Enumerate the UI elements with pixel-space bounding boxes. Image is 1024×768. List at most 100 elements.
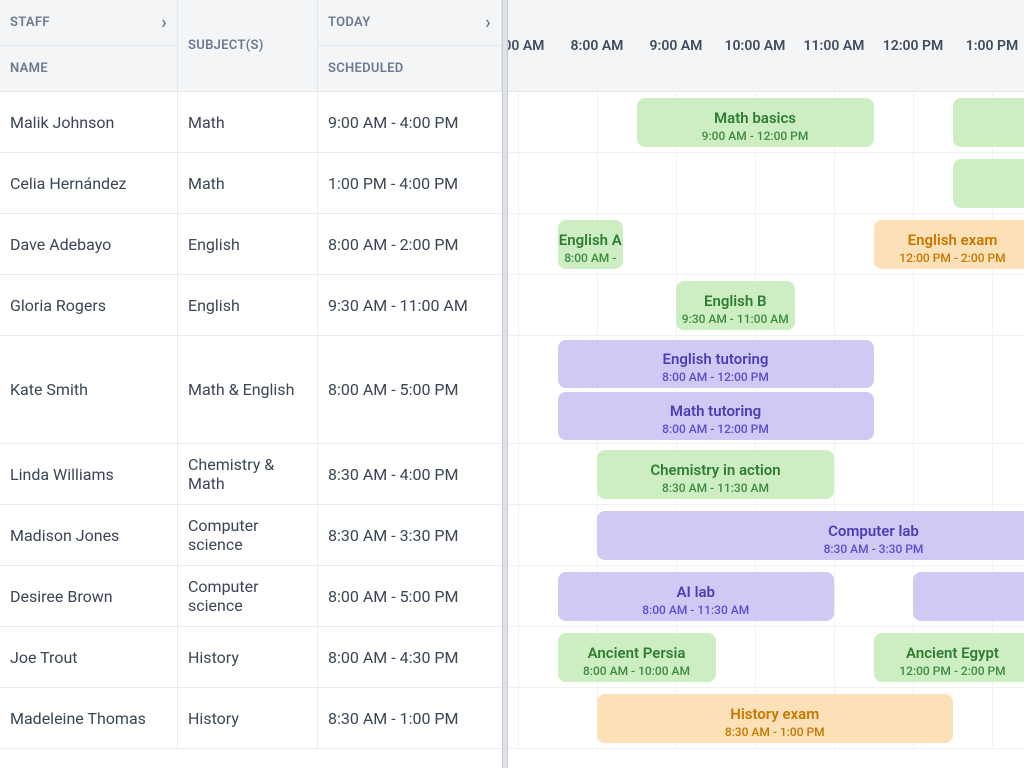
schedule-event[interactable]: Computer lab 8:30 AM - 3:30 PM [597,511,1024,560]
staff-row[interactable]: Celia HernándezMath1:00 PM - 4:00 PM [0,153,502,214]
header-scheduled-label: SCHEDULED [328,61,404,76]
schedule-event[interactable]: English tutoring 8:00 AM - 12:00 PM [558,340,874,388]
staff-cell-subjects: Computer science [178,566,318,626]
schedule-event[interactable] [953,159,1024,208]
time-tick: 8:00 AM [558,0,637,91]
staff-row[interactable]: Madeleine ThomasHistory8:30 AM - 1:00 PM [0,688,502,749]
event-title: Chemistry in action [650,461,780,479]
schedule-event[interactable]: AI lab 8:00 AM - 11:30 AM [558,572,835,621]
staff-cell-scheduled: 9:00 AM - 4:00 PM [318,92,502,152]
schedule-event[interactable] [953,98,1024,147]
header-staff[interactable]: STAFF › [0,0,178,46]
staff-cell-subjects: Math [178,92,318,152]
staff-cell-name: Madison Jones [0,505,178,565]
staff-cell-scheduled: 8:30 AM - 3:30 PM [318,505,502,565]
staff-row[interactable]: Madison JonesComputer science8:30 AM - 3… [0,505,502,566]
event-time: 12:00 PM - 2:00 PM [899,664,1005,678]
staff-row[interactable]: Malik JohnsonMath9:00 AM - 4:00 PM [0,92,502,153]
header-today[interactable]: TODAY › [318,0,502,46]
staff-cell-scheduled: 8:00 AM - 4:30 PM [318,627,502,687]
staff-cell-scheduled: 8:00 AM - 5:00 PM [318,336,502,443]
event-title: Math basics [714,109,796,127]
event-title: Math tutoring [670,402,761,420]
header-subjects: SUBJECT(S) [178,0,318,92]
header-today-label: TODAY [328,15,371,30]
event-time: 12:00 PM - 2:00 PM [899,251,1005,265]
staff-cell-name: Madeleine Thomas [0,688,178,748]
timeline-panel: 7:00 AM8:00 AM9:00 AM10:00 AM11:00 AM12:… [508,0,1024,768]
staff-cell-name: Gloria Rogers [0,275,178,335]
chevron-right-icon: › [485,12,491,33]
event-time: 8:00 AM - [564,251,616,265]
event-time: 8:30 AM - 11:30 AM [662,481,769,495]
header-name-label: NAME [10,61,48,76]
event-time: 8:30 AM - 1:00 PM [725,725,825,739]
event-title: Ancient Egypt [906,644,999,662]
schedule-event[interactable]: English A 8:00 AM - [558,220,624,269]
header-subjects-label: SUBJECT(S) [188,38,264,53]
staff-cell-scheduled: 8:00 AM - 5:00 PM [318,566,502,626]
staff-cell-scheduled: 8:30 AM - 4:00 PM [318,444,502,504]
staff-row[interactable]: Dave AdebayoEnglish8:00 AM - 2:00 PM [0,214,502,275]
time-tick: 1:00 PM [953,0,1024,91]
timeline-row-divider [508,335,1024,336]
staff-cell-subjects: History [178,688,318,748]
time-tick: 12:00 PM [874,0,953,91]
event-title: English A [559,231,622,249]
staff-row[interactable]: Linda WilliamsChemistry & Math8:30 AM - … [0,444,502,505]
schedule-root: STAFF › NAME SUBJECT(S) TODAY › SCHEDULE… [0,0,1024,768]
staff-cell-name: Linda Williams [0,444,178,504]
timeline-row-divider [508,274,1024,275]
timeline-header: 7:00 AM8:00 AM9:00 AM10:00 AM11:00 AM12:… [508,0,1024,92]
staff-cell-name: Desiree Brown [0,566,178,626]
staff-cell-name: Celia Hernández [0,153,178,213]
staff-panel: STAFF › NAME SUBJECT(S) TODAY › SCHEDULE… [0,0,502,768]
event-title: Computer lab [828,522,919,540]
schedule-event[interactable]: History exam 8:30 AM - 1:00 PM [597,694,953,743]
staff-row[interactable]: Kate SmithMath & English8:00 AM - 5:00 P… [0,336,502,444]
schedule-event[interactable]: English exam 12:00 PM - 2:00 PM [874,220,1024,269]
event-time: 8:00 AM - 10:00 AM [583,664,690,678]
staff-cell-subjects: Math [178,153,318,213]
staff-cell-subjects: Computer science [178,505,318,565]
schedule-event[interactable]: Ancient Persia8:00 AM - 10:00 AM [558,633,716,682]
staff-rows: Malik JohnsonMath9:00 AM - 4:00 PMCelia … [0,92,502,749]
event-title: AI lab [677,583,715,601]
time-tick: 7:00 AM [508,0,558,91]
event-title: History exam [730,705,819,723]
staff-row[interactable]: Gloria RogersEnglish9:30 AM - 11:00 AM [0,275,502,336]
schedule-event[interactable]: Chemistry in action 8:30 AM - 11:30 AM [597,450,834,499]
header-name: NAME [0,46,178,92]
schedule-event[interactable] [913,572,1024,621]
event-time: 8:00 AM - 12:00 PM [662,422,769,436]
staff-cell-name: Dave Adebayo [0,214,178,274]
event-time: 8:00 AM - 11:30 AM [642,603,749,617]
staff-row[interactable]: Desiree BrownComputer science8:00 AM - 5… [0,566,502,627]
event-time: 8:00 AM - 12:00 PM [662,370,769,384]
chevron-right-icon: › [161,12,167,33]
staff-cell-name: Kate Smith [0,336,178,443]
staff-header: STAFF › NAME SUBJECT(S) TODAY › SCHEDULE… [0,0,502,92]
staff-cell-scheduled: 9:30 AM - 11:00 AM [318,275,502,335]
timeline-row-divider [508,213,1024,214]
timeline-row-divider [508,687,1024,688]
event-time: 8:30 AM - 3:30 PM [824,542,924,556]
schedule-event[interactable]: Math tutoring 8:00 AM - 12:00 PM [558,392,874,440]
event-title: English tutoring [663,350,769,368]
time-tick: 11:00 AM [795,0,874,91]
staff-row[interactable]: Joe TroutHistory8:00 AM - 4:30 PM [0,627,502,688]
timeline-body[interactable]: Math basics9:00 AM - 12:00 PM English A 8:… [508,92,1024,749]
time-tick: 10:00 AM [716,0,795,91]
staff-cell-subjects: English [178,214,318,274]
header-scheduled: SCHEDULED [318,46,502,92]
event-title: English exam [908,231,998,249]
staff-cell-scheduled: 8:30 AM - 1:00 PM [318,688,502,748]
schedule-event[interactable]: Math basics9:00 AM - 12:00 PM [637,98,874,147]
timeline-row-divider [508,748,1024,749]
schedule-event[interactable]: Ancient Egypt 12:00 PM - 2:00 PM [874,633,1024,682]
timeline-row-divider [508,152,1024,153]
header-staff-label: STAFF [10,15,50,30]
time-tick: 9:00 AM [637,0,716,91]
schedule-event[interactable]: English B9:30 AM - 11:00 AM [676,281,795,330]
staff-cell-scheduled: 1:00 PM - 4:00 PM [318,153,502,213]
